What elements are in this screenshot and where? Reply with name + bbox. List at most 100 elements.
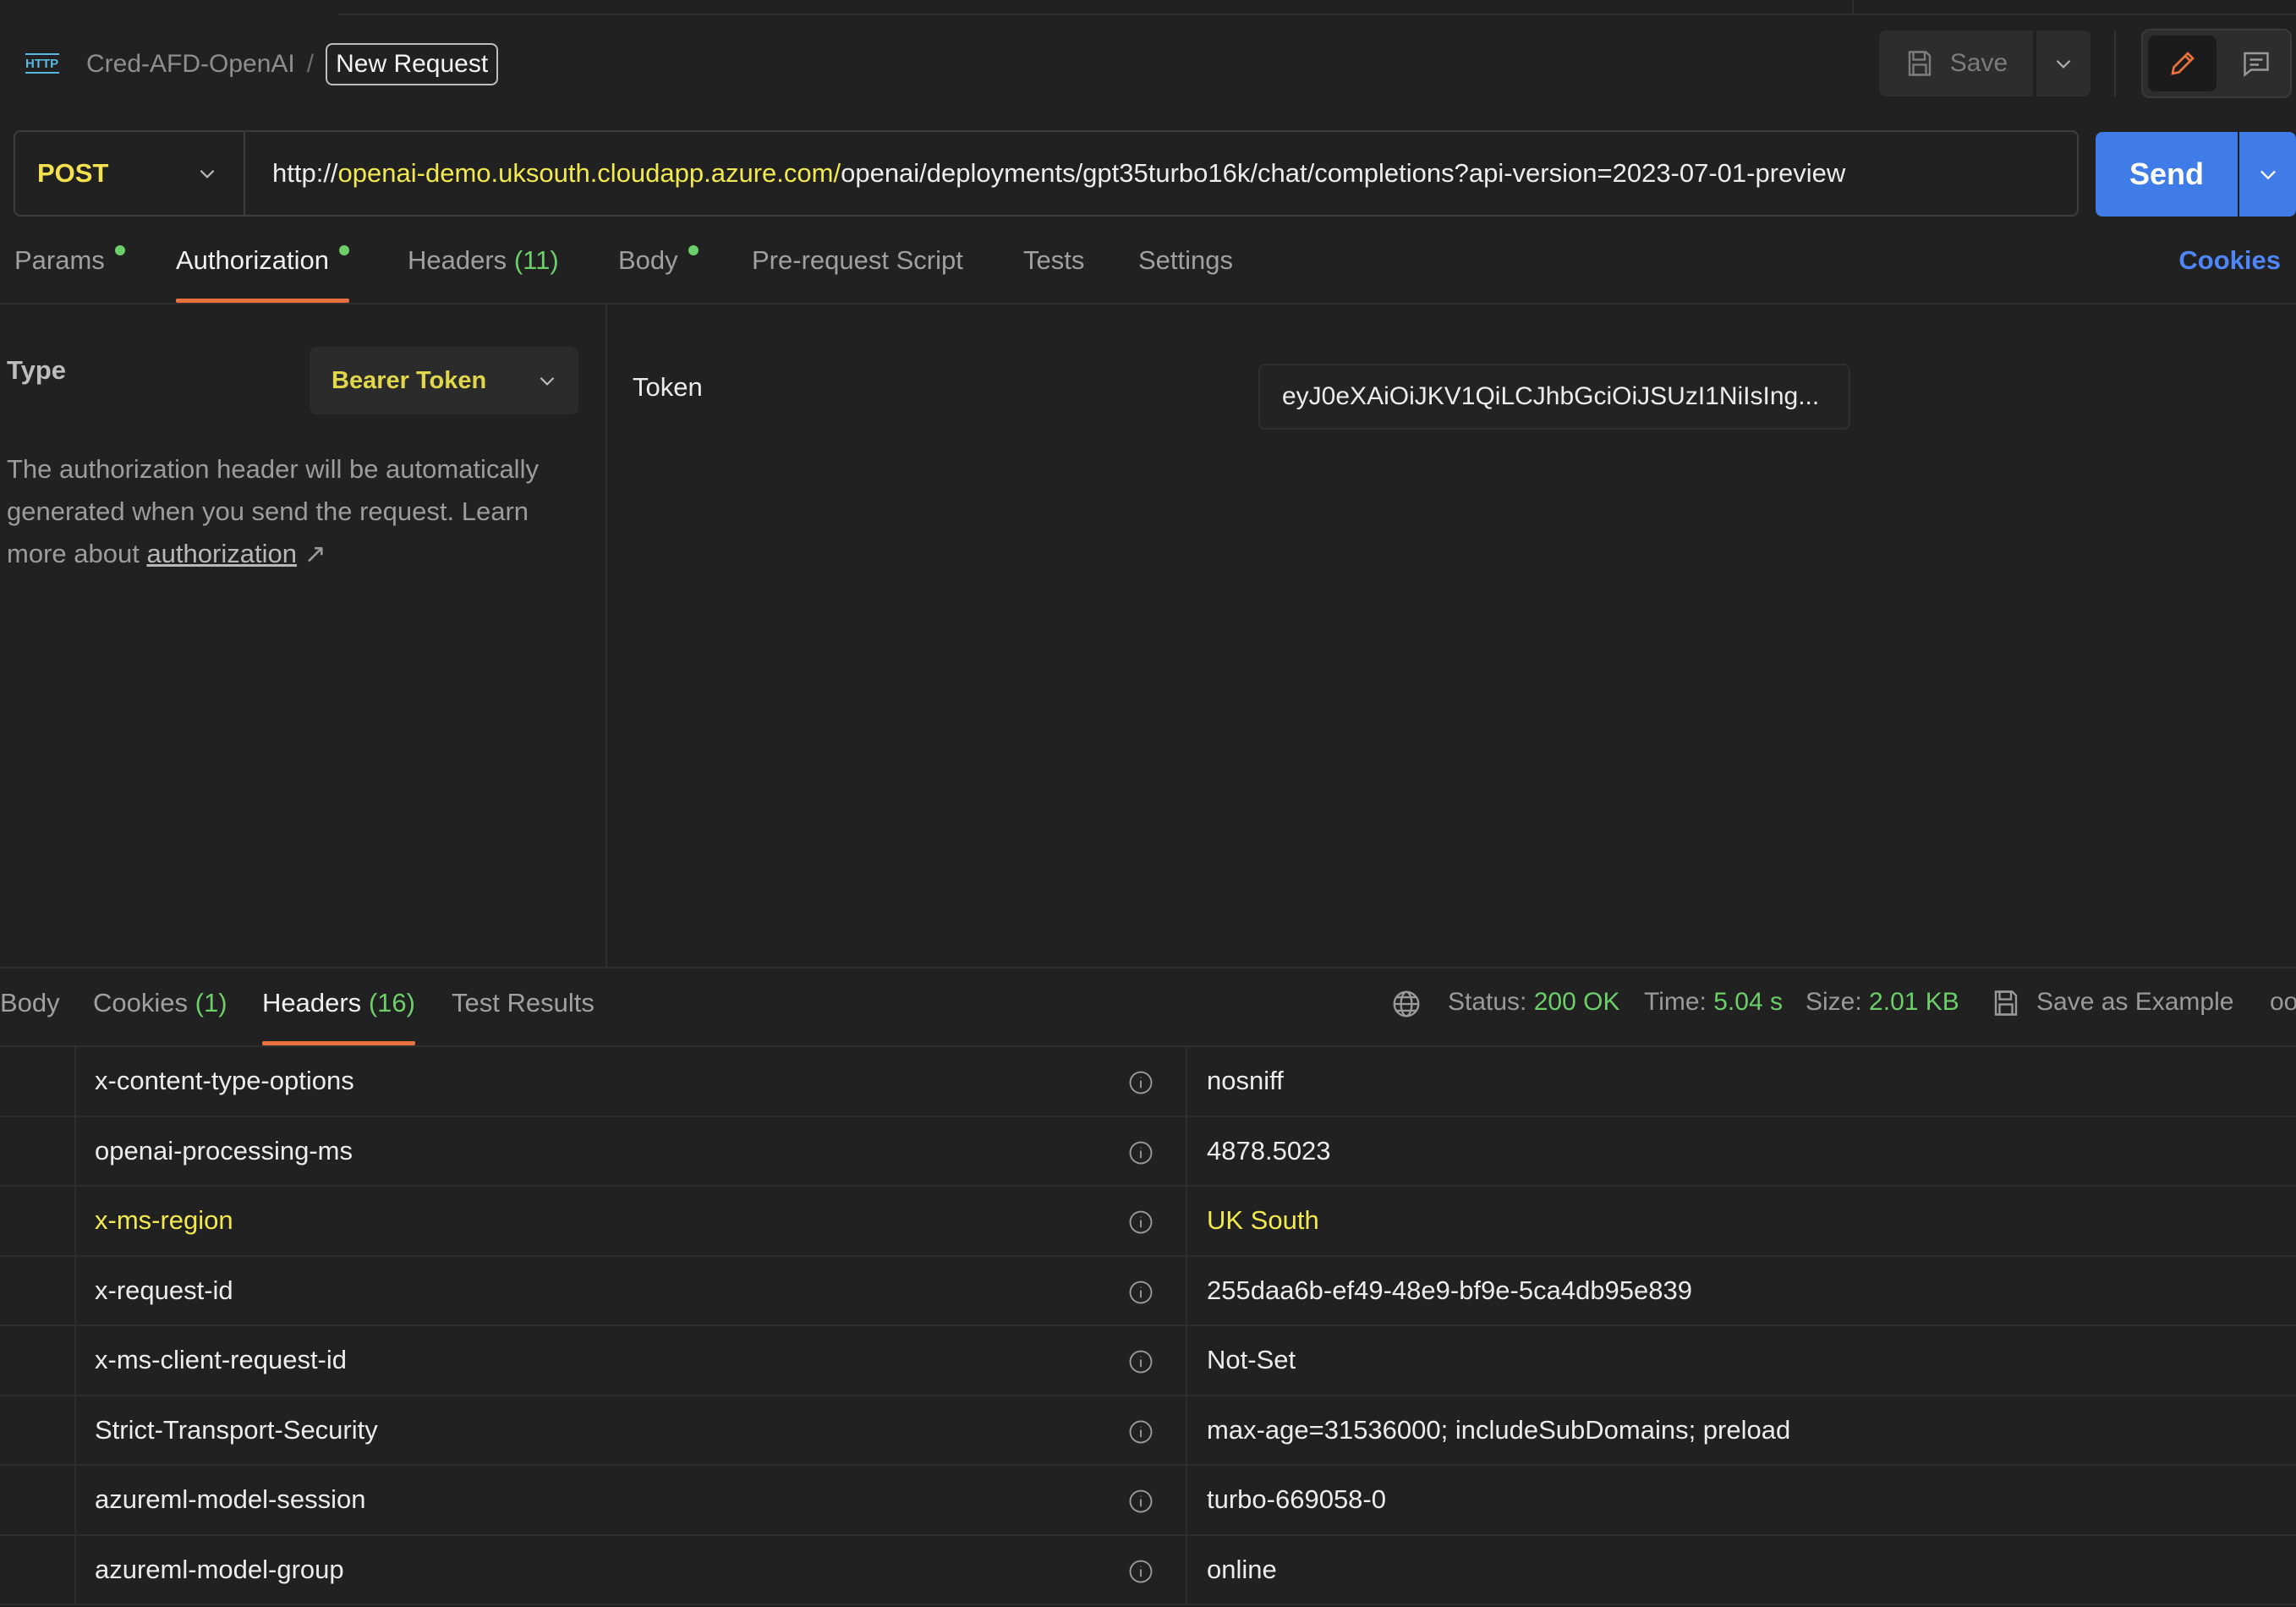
status-label: Status: (1448, 988, 1527, 1016)
tab-label: Tests (1023, 245, 1085, 275)
auth-description: The authorization header will be automat… (7, 448, 590, 575)
external-link-icon: ↗ (304, 539, 326, 568)
url-input[interactable]: http://openai-demo.uksouth.cloudapp.azur… (245, 158, 1845, 189)
row-gutter (0, 1535, 76, 1604)
info-icon[interactable] (1128, 1559, 1153, 1584)
info-icon[interactable] (1128, 1280, 1153, 1305)
table-row: azureml-model-session turbo-669058-0 (0, 1466, 2296, 1536)
response-status[interactable]: Status: 200 OK (1448, 988, 1619, 1017)
auth-type-select[interactable]: Bearer Token (310, 347, 578, 414)
tab-test-results[interactable]: Test Results (452, 988, 595, 1044)
tab-label: Test Results (452, 988, 595, 1017)
cookies-link[interactable]: Cookies (2178, 245, 2281, 276)
size-label: Size: (1806, 988, 1862, 1016)
tab-label: Cookies (93, 988, 188, 1017)
header-value: turbo-669058-0 (1207, 1484, 1386, 1515)
breadcrumb: HTTP Cred-AFD-OpenAI / New Request (24, 41, 499, 88)
table-row: x-request-id 255daa6b-ef49-48e9-bf9e-5ca… (0, 1256, 2296, 1326)
svg-text:HTTP: HTTP (25, 57, 58, 71)
top-border-separator (1852, 0, 1854, 14)
mode-toggle (2141, 29, 2292, 98)
response-divider[interactable] (0, 967, 2296, 968)
url-host: openai-demo.uksouth.cloudapp.azure.com/ (337, 158, 841, 188)
tab-response-cookies[interactable]: Cookies (1) (93, 988, 227, 1044)
send-button[interactable]: Send (2096, 132, 2238, 217)
tab-response-headers[interactable]: Headers (16) (262, 988, 415, 1045)
auth-description-line: generated when you send the request. Lea… (7, 496, 529, 526)
info-icon[interactable] (1128, 1349, 1153, 1374)
chevron-down-icon (2056, 59, 2071, 69)
header-value: nosniff (1207, 1066, 1284, 1096)
table-row: azureml-model-group online (0, 1535, 2296, 1605)
response-headers-table: x-content-type-options nosniff openai-pr… (0, 1047, 2296, 1605)
row-gutter (0, 1187, 76, 1255)
table-row: x-content-type-options nosniff (0, 1047, 2296, 1117)
auth-description-line: The authorization header will be automat… (7, 454, 539, 484)
tab-authorization[interactable]: Authorization (176, 245, 349, 303)
tab-body[interactable]: Body (618, 245, 699, 301)
row-gutter (0, 1466, 76, 1534)
info-icon[interactable] (1128, 1070, 1153, 1095)
save-button-label: Save (1949, 49, 2008, 77)
column-divider (1186, 1047, 1187, 1116)
tab-pre-request-script[interactable]: Pre-request Script (752, 245, 963, 301)
tab-tests[interactable]: Tests (1023, 245, 1084, 301)
tab-settings[interactable]: Settings (1138, 245, 1233, 301)
header-key: x-ms-client-request-id (95, 1345, 348, 1375)
info-icon[interactable] (1128, 1209, 1153, 1235)
save-button[interactable]: Save (1879, 30, 2033, 96)
breadcrumb-collection[interactable]: Cred-AFD-OpenAI (86, 50, 295, 79)
save-as-example-button[interactable]: Save as Example (1991, 988, 2233, 1018)
comments-button[interactable] (2222, 30, 2290, 96)
edit-mode-button[interactable] (2148, 36, 2217, 91)
save-options-button[interactable] (2036, 30, 2091, 96)
row-gutter (0, 1256, 76, 1325)
size-value: 2.01 KB (1869, 988, 1959, 1016)
auth-type-label: Type (7, 355, 67, 385)
table-row: Strict-Transport-Security max-age=315360… (0, 1396, 2296, 1466)
send-options-button[interactable] (2239, 132, 2296, 217)
breadcrumb-separator: / (306, 50, 315, 78)
tab-count: (16) (368, 988, 415, 1017)
column-divider (1186, 1116, 1187, 1185)
method-label: POST (37, 158, 109, 188)
authorization-link[interactable]: authorization (146, 539, 297, 568)
tab-response-body[interactable]: Body (0, 988, 60, 1044)
tab-headers[interactable]: Headers (11) (408, 245, 559, 301)
status-dot (338, 245, 349, 255)
header-key: openai-processing-ms (95, 1135, 353, 1165)
save-icon (1994, 990, 2018, 1016)
token-label: Token (633, 372, 703, 402)
info-icon[interactable] (1128, 1489, 1153, 1514)
url-path: openai/deployments/gpt35turbo16k/chat/co… (841, 158, 1846, 188)
tab-label: Params (14, 245, 105, 275)
tab-params[interactable]: Params (14, 245, 125, 301)
header-value: 4878.5023 (1207, 1135, 1331, 1165)
info-icon[interactable] (1128, 1419, 1153, 1445)
response-size[interactable]: Size: 2.01 KB (1806, 988, 1959, 1017)
globe-icon[interactable] (1390, 988, 1422, 1020)
token-input[interactable]: eyJ0eXAiOiJKV1QiLCJhbGciOiJSUzI1NiIsIng.… (1258, 364, 1850, 430)
save-icon (1908, 51, 1931, 76)
send-button-group: Send (2096, 132, 2296, 217)
tab-label: Pre-request Script (752, 245, 963, 275)
time-value: 5.04 s (1713, 988, 1783, 1016)
response-time[interactable]: Time: 5.04 s (1644, 988, 1783, 1017)
url-bar: POST http://openai-demo.uksouth.cloudapp… (14, 130, 2079, 217)
row-gutter (0, 1116, 76, 1185)
auth-description-line: more about (7, 539, 147, 568)
chevron-down-icon (200, 169, 215, 178)
header-value: Not-Set (1207, 1345, 1296, 1375)
table-row: openai-processing-ms 4878.5023 (0, 1116, 2296, 1187)
more-options-icon[interactable]: ooo (2270, 988, 2296, 1017)
tab-label: Authorization (176, 245, 329, 275)
header-key: x-request-id (95, 1275, 233, 1305)
url-prefix: http:// (272, 158, 338, 188)
column-divider (1186, 1535, 1187, 1604)
info-icon[interactable] (1128, 1140, 1153, 1165)
top-border (338, 0, 2296, 15)
request-name-field[interactable]: New Request (326, 43, 499, 85)
auth-type-value: Bearer Token (332, 366, 487, 394)
tab-count: (1) (195, 988, 227, 1017)
method-select[interactable]: POST (15, 132, 245, 215)
